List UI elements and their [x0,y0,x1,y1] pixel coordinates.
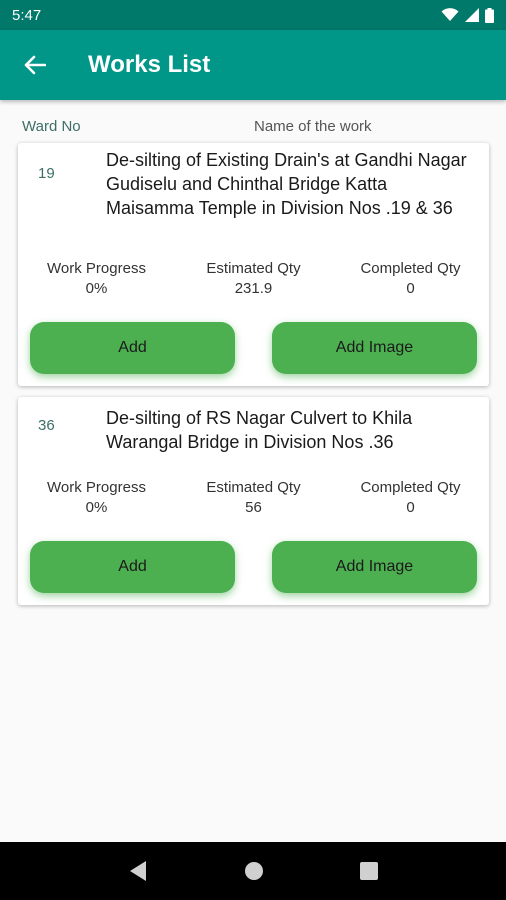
battery-icon [485,7,494,23]
completed-qty-stat: Completed Qty 0 [332,478,489,518]
work-progress-value: 0% [85,499,108,516]
work-name-header: Name of the work [254,118,372,135]
add-button[interactable]: Add [30,322,235,374]
work-stats: Work Progress 0% Estimated Qty 56 Comple… [18,478,489,518]
status-time: 5:47 [12,6,42,24]
ward-number: 36 [38,417,55,434]
add-image-button[interactable]: Add Image [272,322,477,374]
work-progress-value: 0% [85,280,108,297]
ward-no-header: Ward No [22,118,81,135]
estimated-qty-stat: Estimated Qty 231.9 [175,259,332,299]
work-progress-stat: Work Progress 0% [18,478,175,518]
status-icons [441,7,494,23]
wifi-icon [441,8,459,21]
nav-back-icon[interactable] [128,860,148,882]
completed-qty-stat: Completed Qty 0 [332,259,489,299]
signal-icon [465,8,479,22]
back-arrow-icon [24,55,46,75]
work-progress-stat: Work Progress 0% [18,259,175,299]
work-name: De-silting of Existing Drain's at Gandhi… [106,150,467,218]
estimated-qty-label: Estimated Qty [206,479,301,496]
completed-qty-label: Completed Qty [360,260,461,277]
ward-number: 19 [38,165,55,182]
estimated-qty-label: Estimated Qty [206,260,301,277]
estimated-qty-value: 231.9 [234,280,273,297]
completed-qty-label: Completed Qty [360,479,461,496]
add-button[interactable]: Add [30,541,235,593]
system-nav-bar [0,842,506,900]
work-stats: Work Progress 0% Estimated Qty 231.9 Com… [18,259,489,299]
completed-qty-value: 0 [406,280,415,297]
completed-qty-value: 0 [406,499,415,516]
work-progress-label: Work Progress [47,479,146,496]
back-button[interactable] [0,30,70,100]
work-card: 36 De-silting of RS Nagar Culvert to Khi… [18,397,489,605]
work-name: De-silting of RS Nagar Culvert to Khila … [106,408,413,452]
work-card: 19 De-silting of Existing Drain's at Gan… [18,143,489,386]
work-progress-label: Work Progress [47,260,146,277]
page-title: Works List [88,51,211,78]
column-headers: Ward No Name of the work [0,118,506,138]
nav-home-icon[interactable] [244,861,264,881]
app-bar: Works List [0,30,506,100]
nav-recents-icon[interactable] [360,862,378,880]
estimated-qty-stat: Estimated Qty 56 [175,478,332,518]
estimated-qty-value: 56 [245,499,262,516]
status-bar: 5:47 [0,0,506,30]
add-image-button[interactable]: Add Image [272,541,477,593]
